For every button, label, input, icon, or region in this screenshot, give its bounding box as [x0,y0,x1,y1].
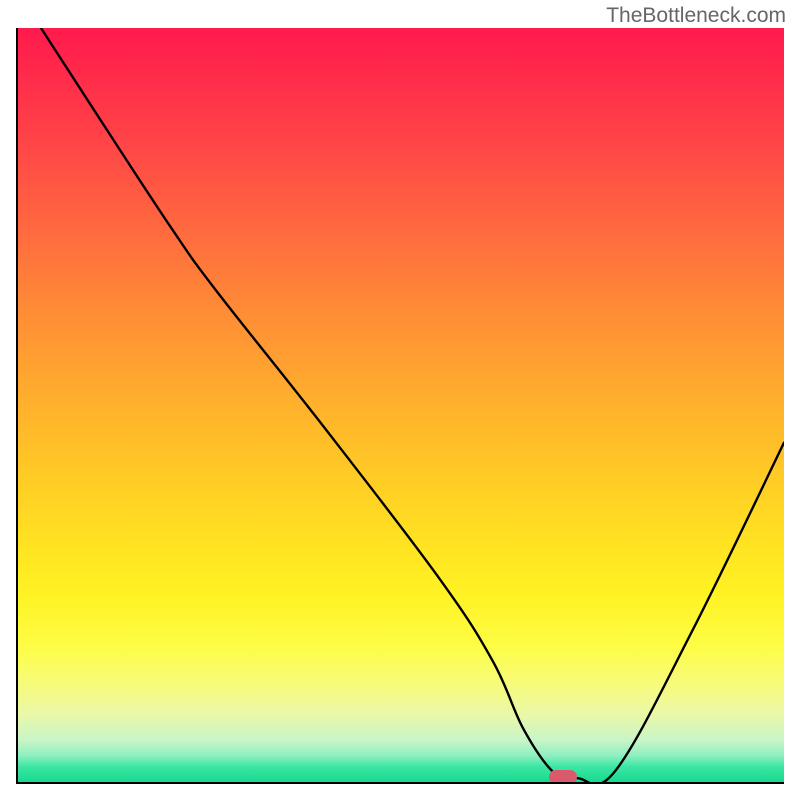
chart-line-curve [18,28,784,782]
chart-marker [549,770,577,784]
chart-plot-area [16,28,784,784]
watermark-text: TheBottleneck.com [606,4,786,28]
